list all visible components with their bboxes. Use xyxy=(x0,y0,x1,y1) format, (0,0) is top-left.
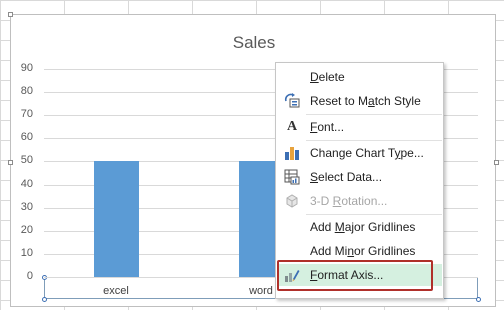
y-tick-label[interactable]: 70 xyxy=(3,108,33,120)
y-tick-label[interactable]: 40 xyxy=(3,178,33,190)
y-tick-label[interactable]: 50 xyxy=(3,154,33,166)
y-tick-label[interactable]: 30 xyxy=(3,201,33,213)
y-tick-label[interactable]: 90 xyxy=(3,62,33,74)
chart-resize-handle-tl[interactable] xyxy=(8,12,13,17)
bar-excel[interactable] xyxy=(94,161,139,277)
cube-icon xyxy=(279,190,305,212)
y-tick-label[interactable]: 80 xyxy=(3,85,33,97)
menu-separator xyxy=(306,140,442,141)
select-data-icon xyxy=(279,166,305,188)
annotation-highlight-box xyxy=(277,260,433,291)
y-tick-label[interactable]: 60 xyxy=(3,131,33,143)
menu-icon-slot xyxy=(279,216,305,238)
menu-item-font[interactable]: A Font... xyxy=(277,116,442,138)
axis-handle-right-bottom[interactable] xyxy=(476,297,481,302)
menu-icon-slot xyxy=(279,240,305,262)
menu-item-add-major-gridlines[interactable]: Add Major Gridlines xyxy=(277,216,442,238)
chart-type-icon xyxy=(279,142,305,164)
menu-item-add-minor-gridlines[interactable]: Add Minor Gridlines xyxy=(277,240,442,262)
menu-item-change-chart-type[interactable]: Change Chart Type... xyxy=(277,142,442,164)
menu-item-select-data[interactable]: Select Data... xyxy=(277,166,442,188)
y-tick-label[interactable]: 20 xyxy=(3,224,33,236)
menu-icon-slot xyxy=(279,66,305,88)
font-icon: A xyxy=(286,119,298,134)
menu-separator xyxy=(306,214,442,215)
chart-title[interactable]: Sales xyxy=(11,33,497,53)
menu-separator xyxy=(306,114,442,115)
menu-item-reset-to-match-style[interactable]: Reset to Match Style xyxy=(277,90,442,112)
menu-item-delete[interactable]: Delete xyxy=(277,66,442,88)
y-tick-label[interactable]: 10 xyxy=(3,247,33,259)
axis-handle-left-bottom[interactable] xyxy=(42,297,47,302)
x-tick-label[interactable]: excel xyxy=(86,285,146,297)
chart-resize-handle-r[interactable] xyxy=(494,160,499,165)
reset-style-icon xyxy=(279,90,305,112)
menu-item-3d-rotation: 3-D Rotation... xyxy=(277,190,442,212)
y-tick-label[interactable]: 0 xyxy=(3,270,33,282)
